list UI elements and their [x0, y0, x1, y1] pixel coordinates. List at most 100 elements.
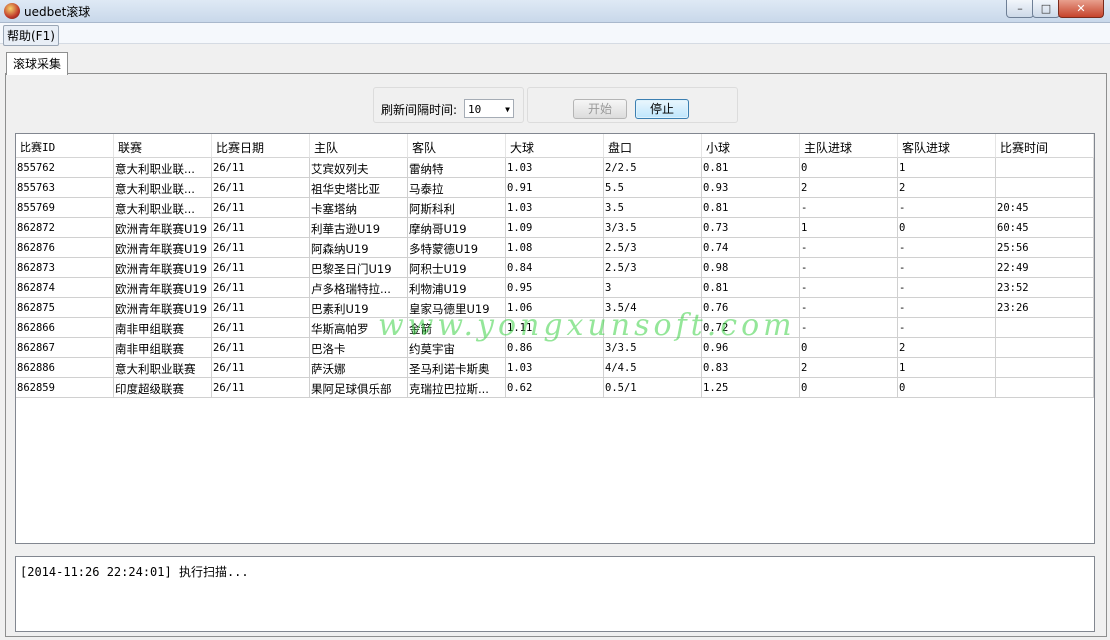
table-cell: 0.98: [702, 258, 800, 278]
table-cell: 果阿足球俱乐部: [310, 378, 408, 398]
table-cell: 卢多格瑞特拉...: [310, 278, 408, 298]
table-cell: 祖华史塔比亚: [310, 178, 408, 198]
close-button[interactable]: ✕: [1058, 0, 1104, 18]
table-row[interactable]: 855762 意大利职业联... 26/11 艾宾奴列夫 雷纳特 1.03 2/2.5 0.8…: [16, 158, 1094, 178]
refresh-interval-select[interactable]: 10 ▼: [464, 99, 514, 118]
table-cell: 3.5/4: [604, 298, 702, 318]
minimize-button[interactable]: –: [1006, 0, 1034, 18]
table-row[interactable]: 862859 印度超级联赛 26/11 果阿足球俱乐部 克瑞拉巴拉斯... 0.62 0.5…: [16, 378, 1094, 398]
maximize-button[interactable]: □: [1032, 0, 1060, 18]
table-cell: 26/11: [212, 158, 310, 178]
column-header[interactable]: 联赛: [114, 134, 212, 158]
column-header[interactable]: 小球: [702, 134, 800, 158]
table-cell: 利物浦U19: [408, 278, 506, 298]
table-cell: -: [898, 298, 996, 318]
table-cell: 0.5/1: [604, 378, 702, 398]
table-cell: 金箭: [408, 318, 506, 338]
table-cell: 克瑞拉巴拉斯...: [408, 378, 506, 398]
tab-live-collect[interactable]: 滚球采集: [6, 52, 68, 75]
table-row[interactable]: 862875 欧洲青年联赛U19 26/11 巴素利U19 皇家马德里U19 1.06 3.…: [16, 298, 1094, 318]
table-cell: 22:49: [996, 258, 1094, 278]
table-cell: 1.03: [506, 358, 604, 378]
table-cell: 卡塞塔纳: [310, 198, 408, 218]
table-cell: 23:26: [996, 298, 1094, 318]
table-cell: 2.5/3: [604, 238, 702, 258]
table-cell: 862867: [16, 338, 114, 358]
table-cell: 25:56: [996, 238, 1094, 258]
table-cell: 意大利职业联...: [114, 158, 212, 178]
table-cell: 0.86: [506, 338, 604, 358]
table-cell: 4/4.5: [604, 358, 702, 378]
table-cell: 0.81: [702, 198, 800, 218]
table-cell: 欧洲青年联赛U19: [114, 278, 212, 298]
table-cell: 0.93: [702, 178, 800, 198]
column-header[interactable]: 主队进球: [800, 134, 898, 158]
table-cell: 1.25: [702, 378, 800, 398]
table-cell: 艾宾奴列夫: [310, 158, 408, 178]
table-cell: 855762: [16, 158, 114, 178]
table-cell: 26/11: [212, 238, 310, 258]
table-cell: 1.03: [506, 158, 604, 178]
stop-button[interactable]: 停止: [635, 99, 689, 119]
table-cell: 3/3.5: [604, 218, 702, 238]
table-cell: 855763: [16, 178, 114, 198]
menu-help[interactable]: 帮助(F1): [3, 25, 59, 46]
table-cell: 欧洲青年联赛U19: [114, 218, 212, 238]
table-cell: 巴洛卡: [310, 338, 408, 358]
column-header[interactable]: 大球: [506, 134, 604, 158]
table-cell: 26/11: [212, 178, 310, 198]
table-cell: 多特蒙德U19: [408, 238, 506, 258]
column-header[interactable]: 客队: [408, 134, 506, 158]
table-cell: -: [898, 318, 996, 338]
table-cell: 862886: [16, 358, 114, 378]
table-row[interactable]: 862866 南非甲组联赛 26/11 华斯高帕罗 金箭 1.11 0.72- -: [16, 318, 1094, 338]
table-cell: 欧洲青年联赛U19: [114, 238, 212, 258]
column-header[interactable]: 比赛时间: [996, 134, 1094, 158]
table-cell: 0.83: [702, 358, 800, 378]
table-cell: 2: [898, 178, 996, 198]
table-cell: 南非甲组联赛: [114, 338, 212, 358]
start-button[interactable]: 开始: [573, 99, 627, 119]
table-cell: 1.09: [506, 218, 604, 238]
table-cell: [996, 338, 1094, 358]
matches-table[interactable]: 比赛ID 联赛 比赛日期 主队 客队 大球 盘口 小球 主队进球 客队进球 比赛时间 855762 意…: [15, 133, 1095, 544]
table-cell: 0.72: [702, 318, 800, 338]
table-cell: -: [800, 198, 898, 218]
table-cell: 0.74: [702, 238, 800, 258]
table-row[interactable]: 862873 欧洲青年联赛U19 26/11 巴黎圣日门U19 阿积士U19 0.84 2.…: [16, 258, 1094, 278]
log-output[interactable]: [2014-11:26 22:24:01] 执行扫描...: [15, 556, 1095, 632]
table-cell: [996, 378, 1094, 398]
table-cell: 0: [800, 158, 898, 178]
table-cell: 20:45: [996, 198, 1094, 218]
table-cell: 862873: [16, 258, 114, 278]
column-header[interactable]: 比赛日期: [212, 134, 310, 158]
table-row[interactable]: 862874 欧洲青年联赛U19 26/11 卢多格瑞特拉... 利物浦U19 0.95 3…: [16, 278, 1094, 298]
table-cell: 摩纳哥U19: [408, 218, 506, 238]
column-header[interactable]: 主队: [310, 134, 408, 158]
column-header[interactable]: 客队进球: [898, 134, 996, 158]
table-row[interactable]: 855769 意大利职业联... 26/11 卡塞塔纳 阿斯科利 1.03 3.5 0.81-…: [16, 198, 1094, 218]
table-row[interactable]: 862886 意大利职业联赛 26/11 萨沃娜 圣马利诺卡斯奥 1.03 4/4.5 0.8…: [16, 358, 1094, 378]
column-header[interactable]: 盘口: [604, 134, 702, 158]
table-cell: 60:45: [996, 218, 1094, 238]
table-cell: 雷纳特: [408, 158, 506, 178]
table-cell: 862872: [16, 218, 114, 238]
table-cell: -: [800, 318, 898, 338]
table-cell: 0: [800, 338, 898, 358]
table-cell: 巴素利U19: [310, 298, 408, 318]
table-cell: 利華古逊U19: [310, 218, 408, 238]
table-cell: 印度超级联赛: [114, 378, 212, 398]
table-row[interactable]: 855763 意大利职业联... 26/11 祖华史塔比亚 马泰拉 0.91 5.5 0.93…: [16, 178, 1094, 198]
table-cell: 23:52: [996, 278, 1094, 298]
table-row[interactable]: 862872 欧洲青年联赛U19 26/11 利華古逊U19 摩纳哥U19 1.09 3/3…: [16, 218, 1094, 238]
table-cell: 1.06: [506, 298, 604, 318]
log-line: [2014-11:26 22:24:01] 执行扫描...: [20, 565, 249, 579]
table-row[interactable]: 862876 欧洲青年联赛U19 26/11 阿森纳U19 多特蒙德U19 1.08 2.5…: [16, 238, 1094, 258]
table-cell: 阿森纳U19: [310, 238, 408, 258]
column-header[interactable]: 比赛ID: [16, 134, 114, 158]
table-cell: [996, 158, 1094, 178]
chevron-down-icon: ▼: [505, 105, 510, 114]
table-cell: 3/3.5: [604, 338, 702, 358]
table-row[interactable]: 862867 南非甲组联赛 26/11 巴洛卡 约莫宇宙 0.86 3/3.5 0.96 0 2: [16, 338, 1094, 358]
table-cell: 26/11: [212, 278, 310, 298]
